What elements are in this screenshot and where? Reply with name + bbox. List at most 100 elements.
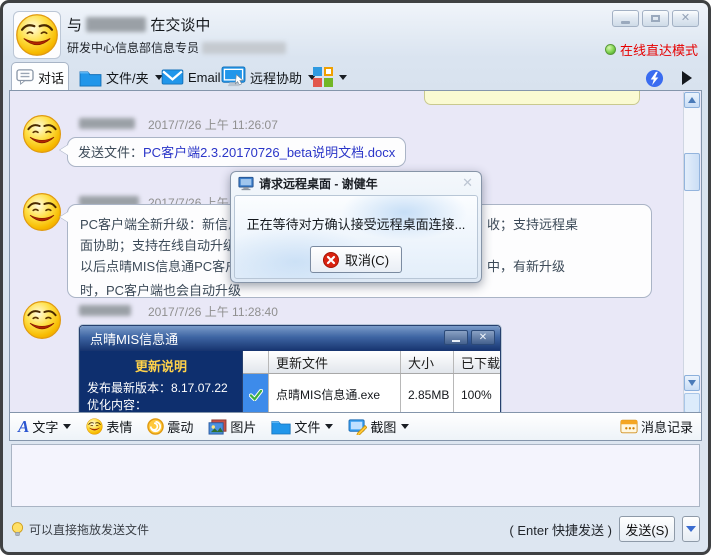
online-status-dot-icon xyxy=(605,44,616,55)
contact-avatar[interactable] xyxy=(13,11,61,59)
mis-window-title: 点晴MIS信息通 xyxy=(90,329,178,348)
online-mode-label: 在线直达模式 xyxy=(620,40,698,59)
chevron-down-icon xyxy=(401,424,409,429)
close-button[interactable]: ✕ xyxy=(672,10,699,27)
check-icon xyxy=(249,389,263,401)
title-prefix: 与 xyxy=(67,17,82,34)
mis-download-table: 更新文件 大小 已下载 点晴MIS信息通.exe 2.85MB xyxy=(242,351,500,413)
image-button[interactable]: 图片 xyxy=(208,417,256,436)
folder-icon xyxy=(271,418,291,435)
redacted-contact-name xyxy=(86,17,146,32)
compose-toolbar: A 文字 表情 震动 图片 文件 xyxy=(9,413,702,441)
message-history-button[interactable]: 消息记录 xyxy=(620,417,693,436)
dialog-message: 正在等待对方确认接受远程桌面连接... xyxy=(235,214,477,233)
chat-scrollbar[interactable] xyxy=(683,92,700,413)
screenshot-button[interactable]: 截图 xyxy=(348,417,409,436)
toolbar-remote-assist-button[interactable]: 远程协助 xyxy=(221,64,316,90)
remote-desktop-icon xyxy=(221,66,246,88)
quick-action-icon[interactable] xyxy=(645,69,664,88)
nudge-button[interactable]: 震动 xyxy=(147,417,193,436)
sender-avatar[interactable] xyxy=(22,192,62,232)
mis-notes-heading: 更新说明 xyxy=(87,356,235,375)
message-input-area[interactable] xyxy=(11,444,700,507)
redacted-sender-name xyxy=(79,305,131,316)
font-button[interactable]: A 文字 xyxy=(18,417,71,436)
minimize-icon xyxy=(621,21,630,24)
enter-shortcut-hint: ( Enter 快捷发送 ) xyxy=(509,520,612,539)
message-timestamp: 2017/7/26 上午 11:28:40 xyxy=(148,303,278,320)
bubble-tail xyxy=(60,212,68,222)
redacted-sender-name xyxy=(79,118,135,129)
scroll-down-button[interactable] xyxy=(684,375,700,391)
monitor-icon xyxy=(238,176,254,191)
sender-avatar[interactable] xyxy=(22,114,62,154)
chevron-down-icon xyxy=(325,424,333,429)
mis-updater-window: 点晴MIS信息通 ✕ 更新说明 发布最新版本：8.17.07.22 优化内容： … xyxy=(79,325,501,413)
file-button[interactable]: 文件 xyxy=(271,417,333,436)
dialog-title: 请求远程桌面 - 谢健年 xyxy=(259,175,378,192)
font-icon: A xyxy=(18,418,29,435)
sent-file-link[interactable]: PC客户端2.3.20170726_beta说明文档.docx xyxy=(143,145,395,160)
window-title: 与 在交谈中 xyxy=(67,14,210,35)
minimize-button[interactable] xyxy=(612,10,639,27)
nudge-icon xyxy=(147,418,164,435)
update-file-name: 点晴MIS信息通.exe xyxy=(269,374,401,413)
scroll-up-button[interactable] xyxy=(684,92,700,108)
bubble-tail xyxy=(60,145,68,155)
chevron-down-icon xyxy=(63,424,71,429)
chevron-down-icon xyxy=(686,526,696,532)
message-text: 发送文件： xyxy=(78,145,143,160)
chat-window: 与 在交谈中 研发中心信息部信息专员 ✕ 在线直达模式 对话 文件/夹 Emai… xyxy=(0,0,711,555)
redacted-signature xyxy=(202,42,286,54)
mis-close-button[interactable]: ✕ xyxy=(471,330,495,345)
mis-title-bar[interactable]: 点晴MIS信息通 ✕ xyxy=(80,326,500,351)
toolbar-email-button[interactable]: Email xyxy=(161,64,221,90)
close-icon: ✕ xyxy=(479,333,487,343)
cancel-button[interactable]: 取消(C) xyxy=(310,246,402,273)
arrow-down-icon xyxy=(688,380,696,386)
history-icon xyxy=(620,419,638,434)
send-options-button[interactable] xyxy=(682,516,700,542)
tab-chat[interactable]: 对话 xyxy=(11,62,69,91)
mis-body: 更新说明 发布最新版本：8.17.07.22 优化内容： 更新文件 大小 已下载 xyxy=(80,351,500,413)
emoji-icon xyxy=(86,418,103,435)
remote-desktop-request-dialog: 请求远程桌面 - 谢健年 ✕ 正在等待对方确认接受远程桌面连接... 取消(C) xyxy=(230,171,482,283)
send-controls: ( Enter 快捷发送 ) 发送(S) xyxy=(509,516,700,542)
message-bubble: 发送文件：PC客户端2.3.20170726_beta说明文档.docx xyxy=(67,137,406,167)
window-controls: ✕ xyxy=(612,10,699,27)
contact-role: 研发中心信息部信息专员 xyxy=(67,39,286,56)
expand-panel-arrow[interactable] xyxy=(682,71,692,85)
sender-avatar[interactable] xyxy=(22,300,62,340)
close-icon: ✕ xyxy=(462,175,473,190)
chevron-down-icon xyxy=(339,75,347,80)
table-row[interactable]: 点晴MIS信息通.exe 2.85MB 100% xyxy=(243,374,500,413)
close-icon: ✕ xyxy=(681,13,690,24)
message-timestamp: 2017/7/26 上午 11:26:07 xyxy=(148,116,278,133)
title-suffix: 在交谈中 xyxy=(150,17,210,34)
mis-version-line: 发布最新版本：8.17.07.22 xyxy=(87,380,235,397)
maximize-button[interactable] xyxy=(642,10,669,27)
image-icon xyxy=(208,419,227,435)
mis-release-notes: 更新说明 发布最新版本：8.17.07.22 优化内容： xyxy=(80,351,242,413)
app-grid-icon xyxy=(313,67,333,87)
envelope-icon xyxy=(161,69,184,85)
scrollbar-thumb[interactable] xyxy=(684,153,700,191)
dialog-title-bar[interactable]: 请求远程桌面 - 谢健年 ✕ xyxy=(231,172,481,195)
previous-message-bubble-partial xyxy=(424,91,640,105)
smiley-avatar-icon xyxy=(15,13,59,57)
dialog-body: 正在等待对方确认接受远程桌面连接... 取消(C) xyxy=(234,195,478,279)
dialog-close-button[interactable]: ✕ xyxy=(462,175,473,191)
mis-minimize-button[interactable] xyxy=(444,330,468,345)
send-button[interactable]: 发送(S) xyxy=(619,516,675,542)
screenshot-icon xyxy=(348,418,367,435)
footer-bar: 可以直接拖放发送文件 ( Enter 快捷发送 ) 发送(S) xyxy=(3,509,708,549)
update-downloaded-pct: 100% xyxy=(454,374,500,413)
drag-drop-hint: 可以直接拖放发送文件 xyxy=(11,521,149,538)
emoji-button[interactable]: 表情 xyxy=(86,417,132,436)
minimize-icon xyxy=(452,340,460,342)
lightbulb-icon xyxy=(11,521,24,538)
selected-check-cell xyxy=(243,374,269,413)
toolbar-files-button[interactable]: 文件/夹 xyxy=(79,64,163,90)
check-column-header xyxy=(243,351,269,373)
toolbar-apps-button[interactable] xyxy=(313,64,347,90)
